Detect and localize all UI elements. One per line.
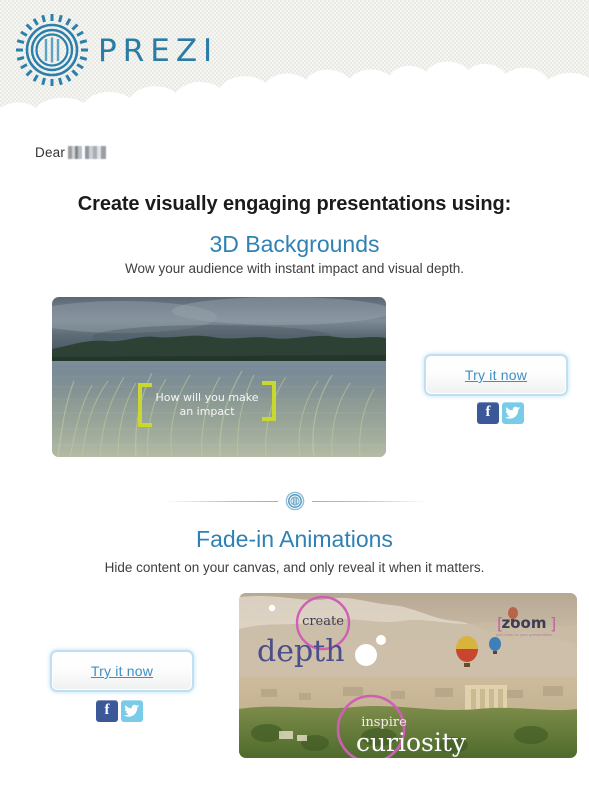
divider-line-right [311, 500, 427, 502]
facebook-icon[interactable]: f [96, 700, 118, 722]
section-description-fade-in-animations: Hide content on your canvas, and only re… [104, 560, 485, 575]
svg-text:]: ] [550, 614, 556, 633]
section-divider [0, 486, 589, 516]
section-title-3d-backgrounds: 3D Backgrounds [209, 231, 380, 257]
svg-text:get closer to your presentatio: get closer to your presentation [496, 633, 552, 637]
twitter-icon[interactable] [502, 402, 524, 424]
facebook-icon[interactable]: f [477, 402, 499, 424]
svg-text:How will you make: How will you make [155, 391, 258, 404]
page-title: Create visually engaging presentations u… [77, 193, 512, 215]
prezi-wordmark: PREZI [98, 33, 219, 69]
section-description-3d-backgrounds: Wow your audience with instant impact an… [125, 261, 464, 276]
label-depth: depth [257, 634, 345, 669]
preview-image-fade-in-animations[interactable]: create depth [ ] zoom get closer to your… [239, 593, 577, 758]
facebook-glyph: f [104, 701, 110, 718]
label-create: create [302, 614, 344, 629]
greeting: Dear [35, 145, 107, 160]
preview-image-3d-backgrounds[interactable]: How will you make an impact [52, 297, 386, 457]
try-it-now-label-2: Try it now [90, 663, 154, 679]
email-page: PREZI Dear Create visually engaging pres… [0, 0, 589, 790]
social-share-2[interactable]: f [96, 700, 143, 722]
cta-try-it-now-2[interactable]: Try it now [52, 652, 192, 690]
divider-line-left [162, 500, 278, 502]
greeting-salutation: Dear [35, 145, 66, 160]
social-share-1[interactable]: f [477, 402, 524, 424]
recipient-name-redacted [68, 146, 107, 159]
try-it-now-label-1: Try it now [464, 367, 528, 383]
section-title-fade-in-animations: Fade-in Animations [196, 526, 393, 552]
email-header: PREZI [0, 0, 589, 118]
twitter-bird-glyph [124, 704, 140, 717]
try-it-now-button-1[interactable]: Try it now [426, 356, 566, 394]
svg-text:an impact: an impact [179, 405, 235, 418]
prezi-logo[interactable]: PREZI [14, 12, 234, 88]
twitter-icon[interactable] [121, 700, 143, 722]
try-it-now-button-2[interactable]: Try it now [52, 652, 192, 690]
label-curiosity: curiosity [356, 728, 467, 757]
svg-text:zoom: zoom [502, 614, 547, 632]
twitter-bird-glyph [505, 406, 521, 419]
prezi-mark-icon [285, 491, 304, 511]
facebook-glyph: f [485, 403, 491, 420]
cta-try-it-now-1[interactable]: Try it now [426, 356, 566, 394]
prezi-circular-logo-icon [16, 14, 88, 86]
